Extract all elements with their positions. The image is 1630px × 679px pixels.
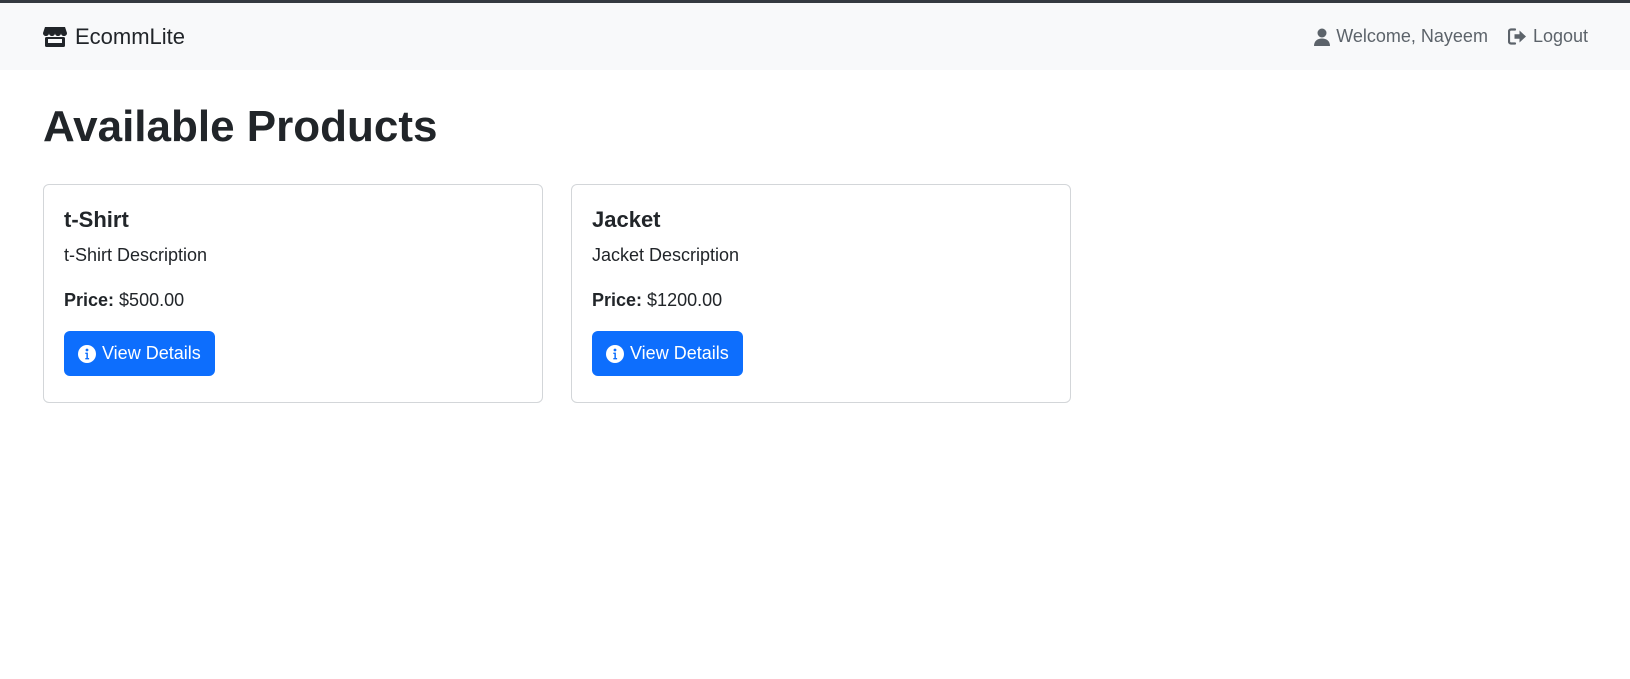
logout-label: Logout (1532, 26, 1588, 46)
navbar: EcommLite Welcome, Nayeem Logout (0, 3, 1630, 70)
logout-icon (1507, 28, 1527, 45)
page-title: Available Products (43, 102, 438, 151)
brand-name: EcommLite (75, 23, 186, 49)
nav-right: Welcome, Nayeem Logout (1314, 26, 1588, 47)
view-details-button[interactable]: View Details (64, 331, 215, 377)
product-price: Price: $1200.00 (592, 290, 1050, 311)
price-value: $500.00 (119, 290, 185, 311)
store-icon (43, 26, 67, 48)
product-card: Jacket Jacket Description Price: $1200.0… (571, 183, 1071, 403)
view-details-label: View Details (102, 343, 201, 364)
product-list: t-Shirt t-Shirt Description Price: $500.… (43, 183, 1587, 403)
product-name: t-Shirt (64, 206, 129, 232)
product-price: Price: $500.00 (64, 290, 522, 311)
price-label: Price: (64, 290, 115, 311)
main-content: Available Products t-Shirt t-Shirt Descr… (0, 101, 1630, 403)
view-details-label: View Details (630, 343, 729, 364)
info-icon (78, 344, 96, 363)
view-details-button[interactable]: View Details (592, 331, 743, 377)
user-icon (1314, 28, 1331, 46)
welcome-text: Welcome, Nayeem (1336, 26, 1488, 46)
product-name: Jacket (592, 206, 661, 232)
welcome-user[interactable]: Welcome, Nayeem (1314, 26, 1488, 47)
product-description: t-Shirt Description (64, 245, 208, 266)
price-value: $1200.00 (647, 290, 723, 311)
logout-link[interactable]: Logout (1507, 26, 1588, 47)
info-icon (606, 344, 624, 363)
brand-link[interactable]: EcommLite (43, 24, 185, 50)
product-description: Jacket Description (592, 245, 740, 266)
price-label: Price: (592, 290, 643, 311)
product-card: t-Shirt t-Shirt Description Price: $500.… (43, 183, 543, 403)
